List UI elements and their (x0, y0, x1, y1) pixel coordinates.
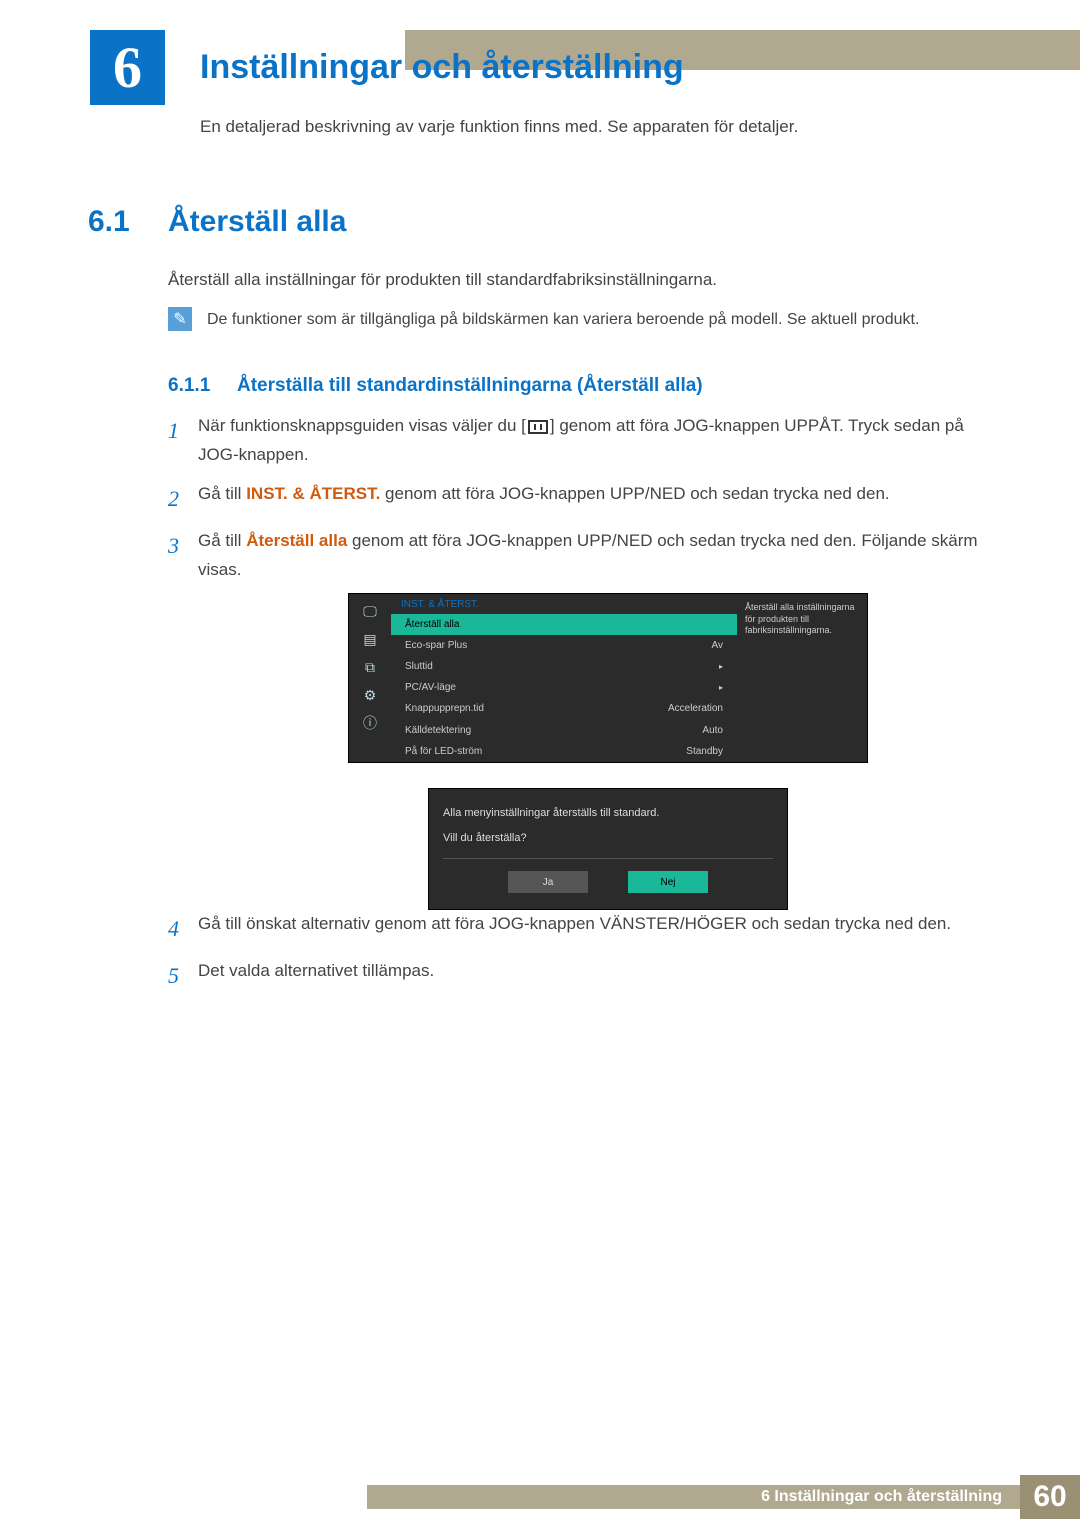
osd-side-help: Återställ alla inställningarna för produ… (737, 594, 867, 762)
subsection-number: 6.1.1 (168, 375, 210, 397)
step-2: 2 Gå till INST. & ÅTERST. genom att föra… (168, 480, 1008, 517)
no-button[interactable]: Nej (628, 871, 708, 893)
picture-icon: ▤ (359, 630, 381, 648)
osd-confirm-dialog: Alla menyinställningar återställs till s… (428, 788, 788, 910)
note-icon (168, 307, 192, 331)
osd-row-reset-all[interactable]: Återställ alla (391, 614, 737, 635)
dialog-line1: Alla menyinställningar återställs till s… (443, 805, 773, 822)
step-3: 3 Gå till Återställ alla genom att föra … (168, 527, 1008, 585)
chapter-number-badge: 6 (90, 30, 165, 105)
osd-row-led[interactable]: På för LED-strömStandby (391, 741, 737, 762)
dialog-buttons: Ja Nej (443, 871, 773, 893)
page-number: 60 (1020, 1475, 1080, 1519)
step-4: 4 Gå till önskat alternativ genom att fö… (168, 910, 1008, 947)
osd-menu-panel: 🖵 ▤ ⧉ ⚙ ⓘ INST. & ÅTERST. Återställ alla… (348, 593, 868, 763)
menu-icon (528, 420, 548, 434)
dialog-line2: Vill du återställa? (443, 830, 773, 847)
step-text: Det valda alternativet tillämpas. (198, 957, 1008, 994)
chapter-description: En detaljerad beskrivning av varje funkt… (200, 117, 798, 137)
osd-row-srcdetect[interactable]: KälldetekteringAuto (391, 720, 737, 741)
step-number: 4 (168, 910, 198, 947)
steps-list: 1 När funktionsknappsguiden visas väljer… (168, 412, 1008, 595)
osd-main: INST. & ÅTERST. Återställ alla Eco-spar … (391, 594, 737, 762)
osd-sidebar: 🖵 ▤ ⧉ ⚙ ⓘ (349, 594, 391, 762)
page-footer: 6 Inställningar och återställning 60 (0, 1475, 1080, 1525)
step-1: 1 När funktionsknappsguiden visas väljer… (168, 412, 1008, 470)
osd-row-eco[interactable]: Eco-spar PlusAv (391, 635, 737, 656)
section-title: Återställ alla (168, 205, 346, 239)
footer-text: 6 Inställningar och återställning (761, 1488, 1002, 1506)
info-icon: ⓘ (359, 714, 381, 732)
note-text: De funktioner som är tillgängliga på bil… (207, 311, 1027, 329)
step-number: 5 (168, 957, 198, 994)
section-description: Återställ alla inställningar för produkt… (168, 270, 717, 290)
osd-row-repeat[interactable]: Knappupprepn.tidAcceleration (391, 698, 737, 719)
resize-icon: ⧉ (359, 658, 381, 676)
osd-row-offtimer[interactable]: Sluttid▸ (391, 656, 737, 677)
dialog-divider (443, 858, 773, 859)
subsection-title: Återställa till standardinställningarna … (237, 375, 703, 397)
section-number: 6.1 (88, 205, 130, 239)
chapter-title: Inställningar och återställning (200, 48, 684, 87)
monitor-icon: 🖵 (359, 602, 381, 620)
step-text: Gå till Återställ alla genom att föra JO… (198, 527, 1008, 585)
step-text: Gå till önskat alternativ genom att föra… (198, 910, 1008, 947)
step-text: Gå till INST. & ÅTERST. genom att föra J… (198, 480, 1008, 517)
step-number: 1 (168, 412, 198, 470)
yes-button[interactable]: Ja (508, 871, 588, 893)
steps-list-continued: 4 Gå till önskat alternativ genom att fö… (168, 910, 1008, 1005)
step-number: 2 (168, 480, 198, 517)
gear-icon: ⚙ (359, 686, 381, 704)
step-5: 5 Det valda alternativet tillämpas. (168, 957, 1008, 994)
step-text: När funktionsknappsguiden visas väljer d… (198, 412, 1008, 470)
osd-screenshot: 🖵 ▤ ⧉ ⚙ ⓘ INST. & ÅTERST. Återställ alla… (348, 593, 868, 903)
osd-menu-title: INST. & ÅTERST. (391, 594, 737, 614)
osd-row-pcav[interactable]: PC/AV-läge▸ (391, 677, 737, 698)
step-number: 3 (168, 527, 198, 585)
